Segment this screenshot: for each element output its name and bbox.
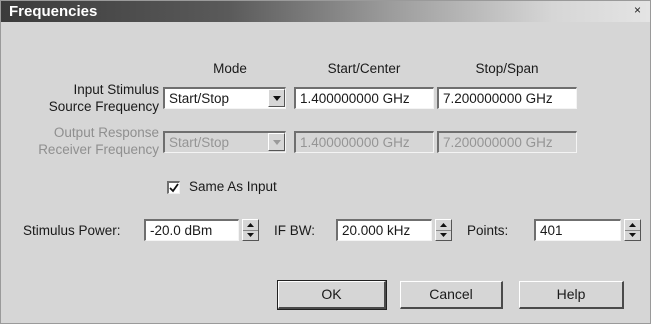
chevron-down-icon (268, 133, 285, 151)
points-field[interactable]: 401 (534, 219, 621, 241)
checkmark-icon (169, 183, 179, 193)
frequencies-dialog: Frequencies × Mode Start/Center Stop/Spa… (0, 0, 651, 324)
same-as-input-label[interactable]: Same As Input (189, 179, 277, 194)
output-start-field: 1.400000000 GHz (294, 131, 434, 153)
same-as-input-checkbox[interactable] (167, 181, 180, 194)
title-bar[interactable]: Frequencies × (1, 1, 650, 22)
points-label: Points: (467, 223, 509, 238)
help-button[interactable]: Help (519, 281, 624, 309)
if-bw-stepper[interactable] (435, 219, 452, 241)
ok-button[interactable]: OK (277, 280, 387, 310)
input-mode-select[interactable]: Start/Stop (163, 87, 286, 109)
input-mode-value: Start/Stop (169, 91, 230, 106)
input-stimulus-label-line1: Input Stimulus (73, 82, 159, 97)
cancel-button[interactable]: Cancel (400, 281, 503, 309)
stimulus-power-label: Stimulus Power: (23, 223, 121, 238)
output-mode-select: Start/Stop (163, 131, 286, 153)
chevron-down-icon[interactable] (268, 89, 285, 107)
stimulus-power-stepper[interactable] (242, 219, 259, 241)
close-icon[interactable]: × (631, 4, 644, 17)
output-mode-value: Start/Stop (169, 135, 230, 150)
header-stop-span: Stop/Span (475, 61, 539, 76)
spin-down-icon[interactable] (243, 230, 258, 240)
spin-down-icon[interactable] (625, 230, 640, 240)
output-response-label-line1: Output Response (53, 125, 159, 140)
header-mode: Mode (213, 61, 247, 76)
input-stimulus-label-line2: Source Frequency (48, 99, 159, 114)
points-stepper[interactable] (624, 219, 641, 241)
if-bw-label: IF BW: (274, 223, 316, 238)
if-bw-field[interactable]: 20.000 kHz (336, 219, 432, 241)
header-start-center: Start/Center (327, 61, 401, 76)
stimulus-power-field[interactable]: -20.0 dBm (144, 219, 239, 241)
dialog-title: Frequencies (9, 3, 98, 20)
output-response-label-line2: Receiver Frequency (38, 142, 159, 157)
input-start-field[interactable]: 1.400000000 GHz (294, 87, 434, 109)
input-stop-field[interactable]: 7.200000000 GHz (437, 87, 577, 109)
spin-down-icon[interactable] (436, 230, 451, 240)
output-stop-field: 7.200000000 GHz (437, 131, 577, 153)
